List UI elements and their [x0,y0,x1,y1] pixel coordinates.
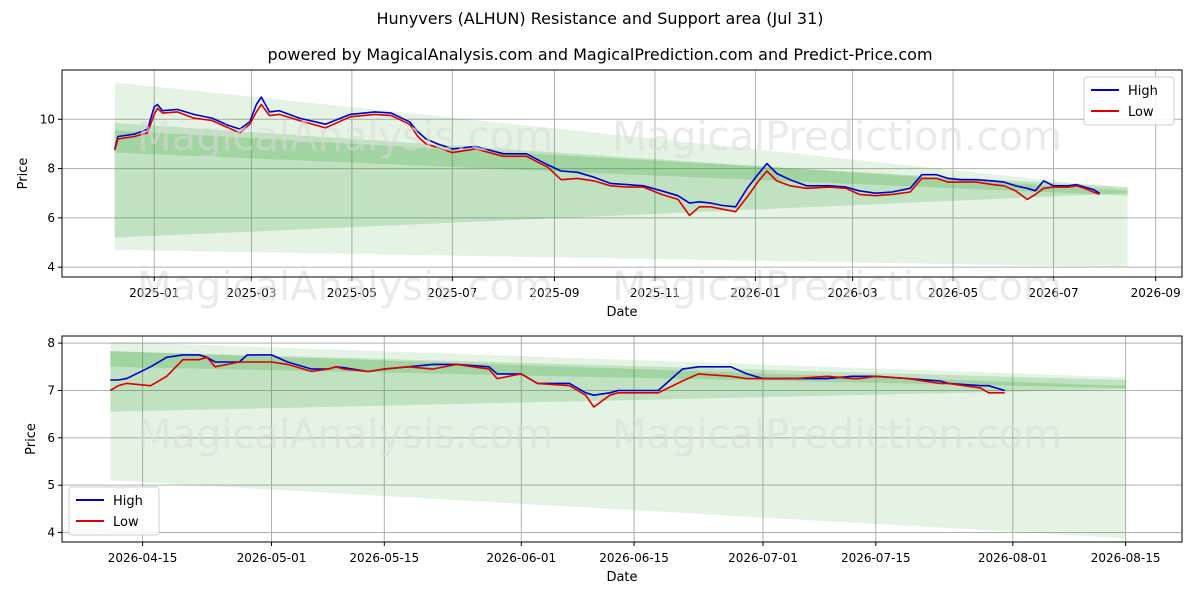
watermark: MagicalPrediction.com [612,264,1062,310]
legend: High Low [68,486,160,536]
y-axis-label: Price [24,423,39,455]
watermark: MagicalAnalysis.com [137,114,553,160]
x-tick-label: 2026-04-15 [108,551,178,565]
y-tick-label: 6 [47,211,55,225]
watermark: MagicalAnalysis.com [137,412,553,458]
x-tick-label: 2026-09 [1131,286,1181,300]
x-tick-label: 2026-05-15 [349,551,419,565]
legend-label-high: High [113,494,143,509]
y-tick-label: 6 [47,431,55,445]
watermark: MagicalPrediction.com [612,412,1062,458]
x-tick-label: 2026-05-01 [237,551,307,565]
zoomed-price-chart: 2026-04-15 2026-05-01 2026-05-15 2026-06-01… [24,335,1183,585]
watermark: MagicalAnalysis.com [137,264,553,310]
legend-label-low: Low [1128,105,1154,120]
watermark: MagicalPrediction.com [612,114,1062,160]
y-tick-label: 8 [47,336,55,350]
x-tick-label: 2026-06-15 [599,551,669,565]
price-charts: 2025-01 2025-03 2025-05 2025-07 2025-09 2025-… [16,69,1183,585]
x-tick-label: 2026-07-01 [728,551,798,565]
x-axis-label: Date [606,305,637,320]
x-axis-label: Date [606,570,637,585]
main-price-chart: 2025-01 2025-03 2025-05 2025-07 2025-09 2025-… [16,69,1183,320]
x-tick-label: 2026-06-01 [486,551,556,565]
y-tick-label: 4 [47,260,55,274]
y-tick-label: 7 [47,383,55,397]
y-tick-label: 10 [40,112,55,126]
y-tick-label: 5 [47,478,55,492]
y-tick-label: 8 [47,162,55,176]
legend: High Low [1083,76,1175,126]
x-tick-label: 2026-08-01 [978,551,1048,565]
legend-label-high: High [1128,84,1158,99]
legend-label-low: Low [113,515,139,530]
y-axis-label: Price [16,158,31,190]
y-tick-label: 4 [47,526,55,540]
x-tick-label: 2026-08-15 [1091,551,1161,565]
x-tick-label: 2026-07-15 [841,551,911,565]
